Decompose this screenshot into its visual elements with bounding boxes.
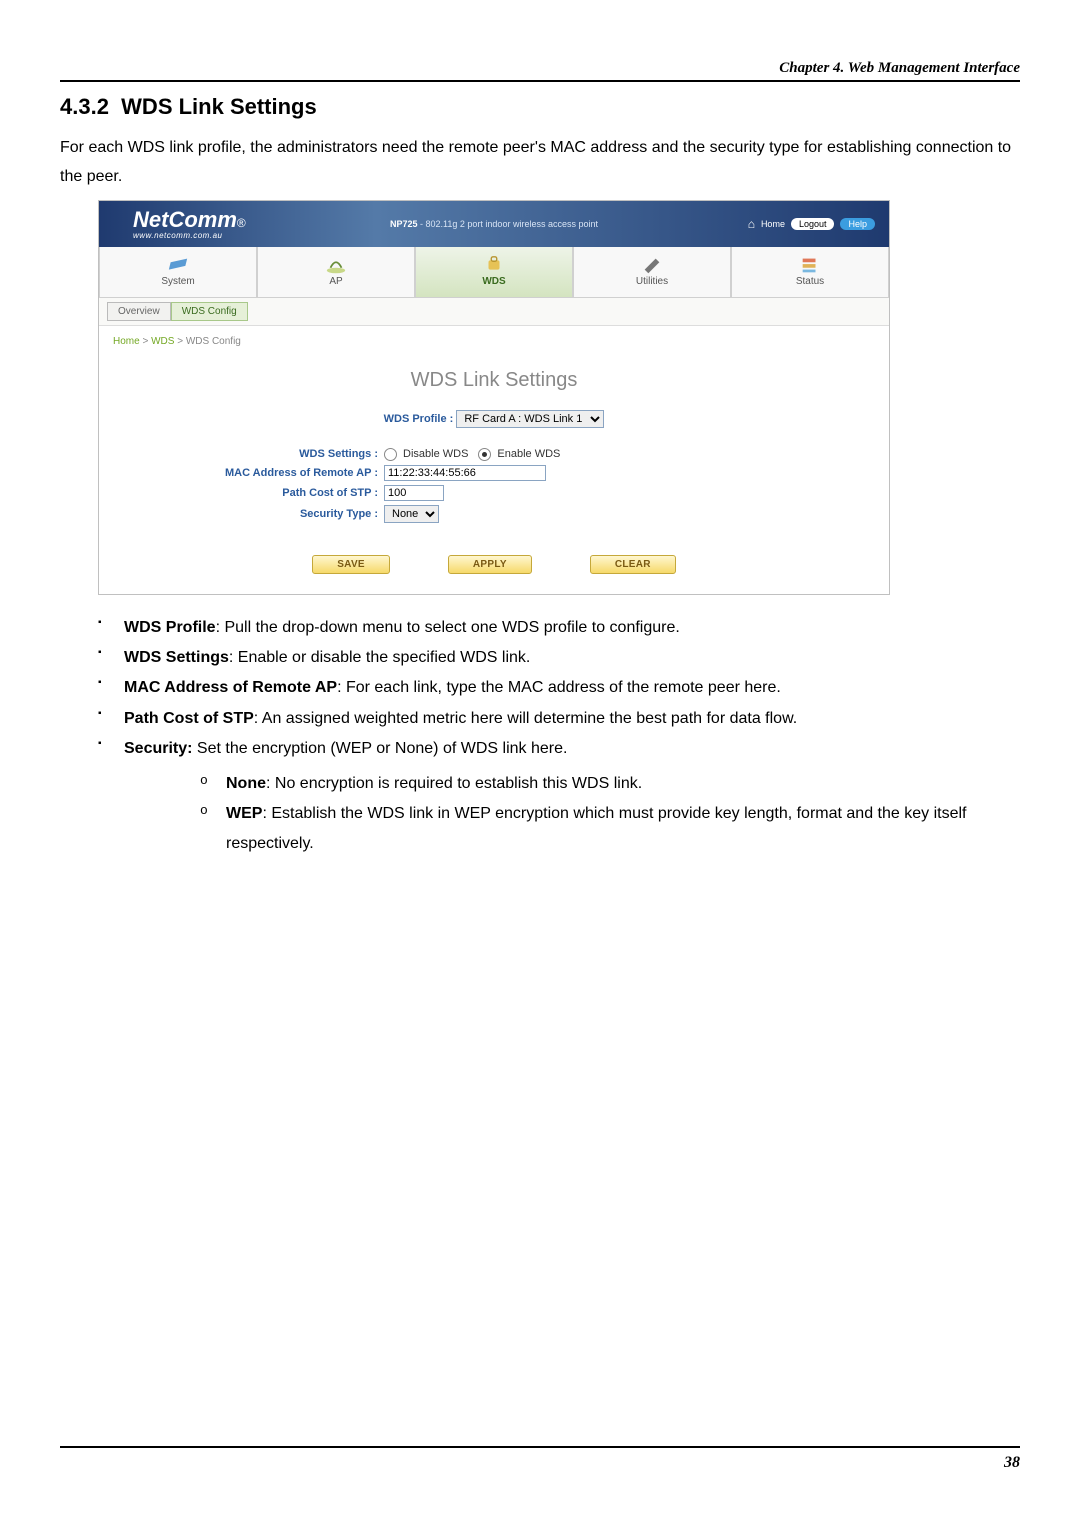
button-row: SAVE APPLY CLEAR [123,555,865,574]
enable-wds-radio[interactable] [478,448,491,461]
nav-label: System [161,276,194,287]
status-icon [799,256,821,274]
logo: NetComm® www.netcomm.com.au [99,207,246,240]
form-area: WDS Profile : RF Card A : WDS Link 1 WDS… [99,410,889,594]
logout-button[interactable]: Logout [791,218,835,230]
wds-icon [483,256,505,274]
doc-sub-list: None: No encryption is required to estab… [124,769,1020,860]
intro-text: For each WDS link profile, the administr… [60,134,1020,192]
security-row: Security Type : None [123,505,865,523]
disable-wds-label: Disable WDS [403,448,468,460]
subtab-overview[interactable]: Overview [107,302,171,321]
nav-label: Status [796,276,824,287]
clear-button[interactable]: CLEAR [590,555,676,574]
home-link[interactable]: Home [761,219,785,229]
list-item: None: No encryption is required to estab… [200,769,1020,799]
breadcrumb: Home > WDS > WDS Config [99,326,889,357]
path-cost-label: Path Cost of STP : [123,487,384,499]
security-label: Security Type : [123,508,384,520]
subtab-wds-config[interactable]: WDS Config [171,302,248,321]
nav-wds[interactable]: WDS [415,247,573,298]
list-item: WDS Settings: Enable or disable the spec… [98,643,1020,673]
wds-profile-label: WDS Profile : [384,413,454,425]
top-links: ⌂ Home Logout Help [748,217,875,231]
product-description: NP725 - 802.11g 2 port indoor wireless a… [390,219,598,229]
nav-label: AP [329,276,342,287]
nav-status[interactable]: Status [731,247,889,298]
list-item: WDS Profile: Pull the drop-down menu to … [98,613,1020,643]
disable-wds-radio[interactable] [384,448,397,461]
logo-subtext: www.netcomm.com.au [99,231,246,240]
logo-text: NetComm [99,207,237,232]
mac-label: MAC Address of Remote AP : [123,467,384,479]
page-number: 38 [1004,1454,1020,1471]
utilities-icon [641,256,663,274]
wds-profile-row: WDS Profile : RF Card A : WDS Link 1 [123,410,865,428]
system-icon [167,256,189,274]
nav-label: Utilities [636,276,668,287]
path-cost-input[interactable] [384,485,444,501]
help-button[interactable]: Help [840,218,875,230]
list-item: WEP: Establish the WDS link in WEP encry… [200,799,1020,860]
path-cost-row: Path Cost of STP : [123,485,865,501]
nav-system[interactable]: System [99,247,257,298]
main-nav: System AP WDS Utilities Status [99,247,889,298]
section-number: 4.3.2 [60,94,109,119]
save-button[interactable]: SAVE [312,555,390,574]
mac-input[interactable] [384,465,546,481]
list-item: Path Cost of STP: An assigned weighted m… [98,704,1020,734]
nav-ap[interactable]: AP [257,247,415,298]
apply-button[interactable]: APPLY [448,555,532,574]
mac-row: MAC Address of Remote AP : [123,465,865,481]
wds-profile-select[interactable]: RF Card A : WDS Link 1 [456,410,604,428]
sub-nav: Overview WDS Config [99,298,889,326]
ap-icon [325,256,347,274]
embedded-screenshot: NetComm® www.netcomm.com.au NP725 - 802.… [98,200,890,595]
doc-bullet-list: WDS Profile: Pull the drop-down menu to … [60,613,1020,860]
wds-settings-label: WDS Settings : [123,448,384,460]
chapter-header: Chapter 4. Web Management Interface [60,60,1020,82]
product-desc: - 802.11g 2 port indoor wireless access … [418,219,598,229]
list-item: Security: Set the encryption (WEP or Non… [98,734,1020,860]
wds-settings-row: WDS Settings : Disable WDS Enable WDS [123,448,865,461]
crumb-leaf: WDS Config [186,336,241,347]
security-select[interactable]: None [384,505,439,523]
section-heading: 4.3.2 WDS Link Settings [60,94,1020,120]
topbar: NetComm® www.netcomm.com.au NP725 - 802.… [99,201,889,247]
enable-wds-label: Enable WDS [497,448,560,460]
crumb-wds[interactable]: WDS [151,336,174,347]
section-title: WDS Link Settings [121,94,317,119]
page-footer: 38 [60,1446,1020,1472]
panel-title: WDS Link Settings [99,369,889,392]
list-item: MAC Address of Remote AP: For each link,… [98,673,1020,703]
nav-utilities[interactable]: Utilities [573,247,731,298]
product-name: NP725 [390,219,418,229]
home-icon[interactable]: ⌂ [748,217,755,231]
nav-label: WDS [482,276,505,287]
crumb-home[interactable]: Home [113,336,140,347]
